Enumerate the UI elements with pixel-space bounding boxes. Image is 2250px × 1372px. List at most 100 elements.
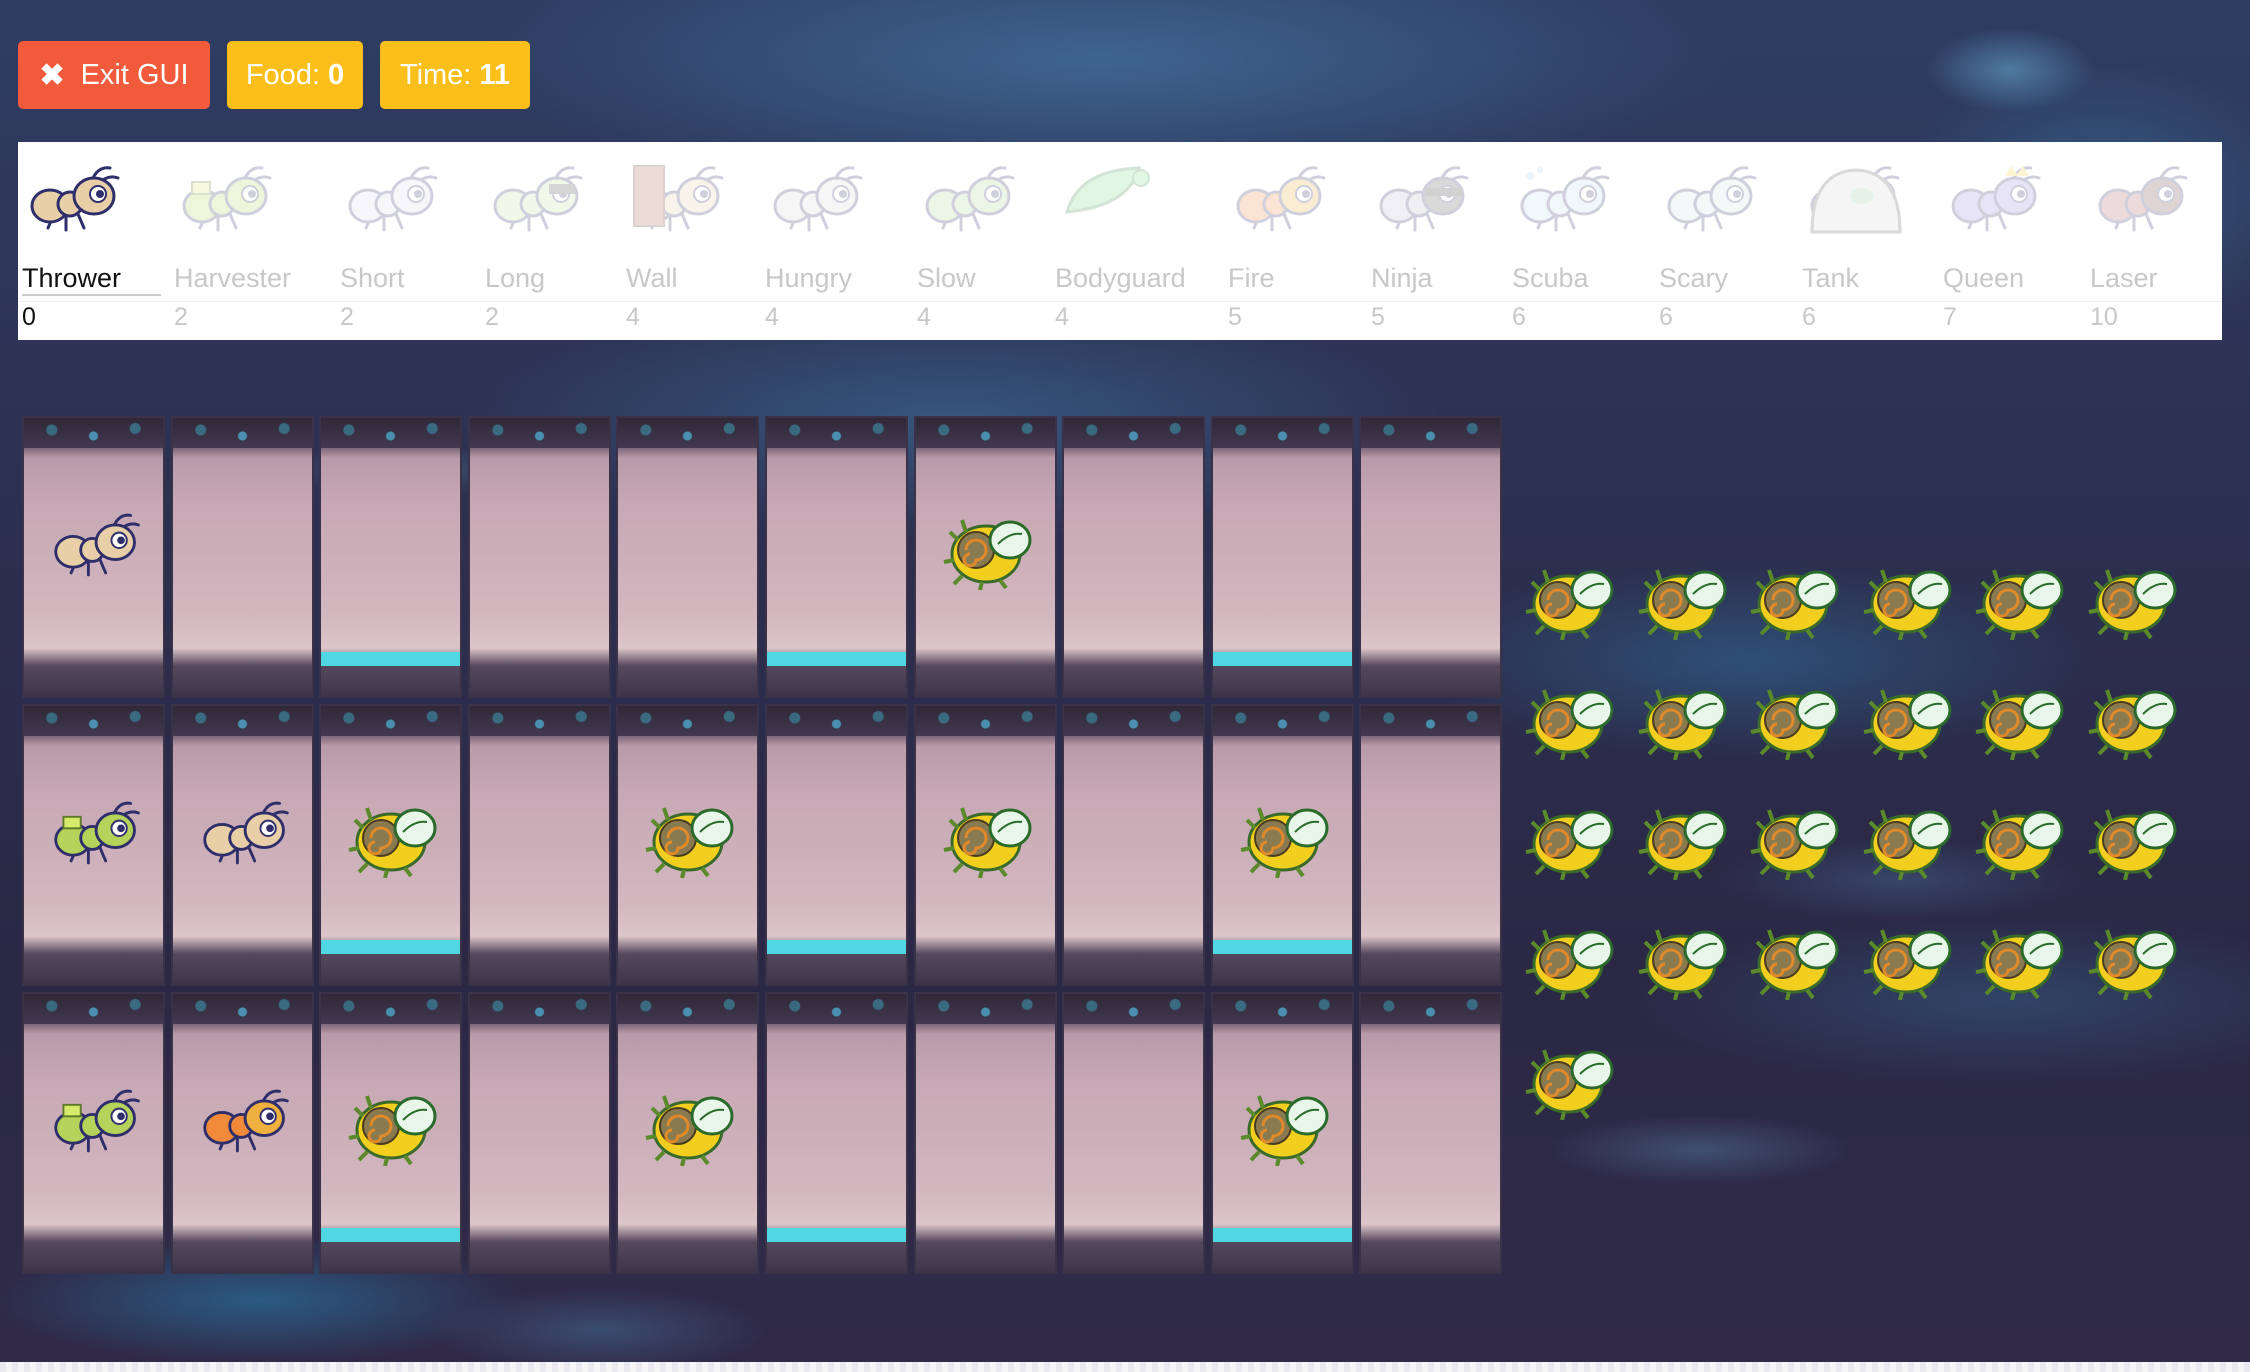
tile-ceiling <box>1064 418 1204 448</box>
tile-ceiling <box>1064 994 1204 1024</box>
hive-bee-icon <box>2087 560 2179 641</box>
tile-ceiling <box>767 706 906 736</box>
time-label: Time: <box>399 58 472 91</box>
bodyguard-ant-icon <box>1059 162 1159 242</box>
water-tile-r1-c5[interactable] <box>765 704 908 986</box>
time-value: 11 <box>479 58 511 91</box>
tunnel-tile-r2-c6[interactable] <box>913 992 1057 1274</box>
tunnel-tile-r2-c4[interactable] <box>616 992 760 1274</box>
tile-ceiling <box>24 706 163 736</box>
tile-ceiling <box>469 706 609 736</box>
ant-option-cost: 7 <box>1943 303 1957 331</box>
ant-option-cost: 5 <box>1228 303 1242 331</box>
tunnel-tile-r0-c9[interactable] <box>1359 416 1503 698</box>
scary-thrower-ant-icon <box>1663 162 1763 242</box>
ant-option-scuba[interactable]: Scuba 6 <box>1508 142 1655 340</box>
ant-option-cost: 2 <box>174 303 188 331</box>
tunnel-tile-r0-c6[interactable] <box>913 416 1057 698</box>
ant-option-cost: 2 <box>340 303 354 331</box>
water-tile-r1-c2[interactable] <box>319 704 463 986</box>
water-pool <box>767 1228 906 1242</box>
ant-option-cost: 10 <box>2090 303 2118 331</box>
tile-ceiling <box>1212 706 1352 736</box>
tunnel-tile-r1-c6[interactable] <box>913 704 1057 986</box>
water-tile-r1-c8[interactable] <box>1210 704 1354 986</box>
hive-bee-icon <box>2087 800 2179 881</box>
water-tile-r0-c8[interactable] <box>1210 416 1354 698</box>
tunnel-tile-r1-c9[interactable] <box>1359 704 1503 986</box>
ant-option-name: Short <box>340 263 405 293</box>
tunnel-tile-r1-c4[interactable] <box>616 704 760 986</box>
tunnel-tile-r0-c4[interactable] <box>616 416 760 698</box>
ant-option-scary[interactable]: Scary 6 <box>1655 142 1798 340</box>
water-tile-r2-c8[interactable] <box>1210 992 1354 1274</box>
tunnel-tile-r0-c7[interactable] <box>1062 416 1206 698</box>
water-pool <box>767 940 906 954</box>
exit-gui-button[interactable]: ✖ Exit GUI <box>18 41 210 109</box>
ant-option-queen[interactable]: Queen 7 <box>1939 142 2086 340</box>
ant-option-thrower[interactable]: Thrower 0 <box>18 142 170 340</box>
tile-ceiling <box>321 994 461 1024</box>
ant-option-slow[interactable]: Slow 4 <box>913 142 1051 340</box>
ant-option-laser[interactable]: Laser 10 <box>2086 142 2222 340</box>
bee-icon <box>644 798 736 879</box>
exit-gui-label: Exit GUI <box>80 58 189 91</box>
ant-option-wall[interactable]: Wall 4 <box>622 142 761 340</box>
ant-option-ninja[interactable]: Ninja 5 <box>1367 142 1508 340</box>
water-pool <box>1212 940 1352 954</box>
hive-bee-icon <box>2087 680 2179 761</box>
hive-bee-icon <box>1749 920 1841 1001</box>
ant-option-tank[interactable]: Tank 6 <box>1798 142 1939 340</box>
ant-option-name: Fire <box>1228 263 1275 293</box>
water-pool <box>321 652 461 666</box>
tunnel-tile-r1-c7[interactable] <box>1062 704 1206 986</box>
tile-ceiling <box>172 994 312 1024</box>
water-tile-r0-c5[interactable] <box>765 416 908 698</box>
ant-option-cost: 2 <box>485 303 499 331</box>
tile-ceiling <box>469 994 609 1024</box>
tile-ceiling <box>915 418 1055 448</box>
tile-ceiling <box>1361 706 1501 736</box>
ant-option-name: Bodyguard <box>1055 263 1186 293</box>
ant-option-hungry[interactable]: Hungry 4 <box>761 142 913 340</box>
tunnel-tile-r1-c1[interactable] <box>170 704 314 986</box>
water-tile-r0-c2[interactable] <box>319 416 463 698</box>
tunnel-tile-r0-c3[interactable] <box>467 416 611 698</box>
wall-ant-icon <box>630 162 730 242</box>
tile-ceiling <box>24 994 163 1024</box>
slow-thrower-ant-icon <box>921 162 1021 242</box>
ant-option-harvester[interactable]: Harvester 2 <box>170 142 336 340</box>
tunnel-tile-r0-c0[interactable] <box>22 416 165 698</box>
tile-ceiling <box>1064 706 1204 736</box>
tunnel-tile-r2-c9[interactable] <box>1359 992 1503 1274</box>
hive-bee-icon <box>1637 800 1729 881</box>
water-tile-r2-c5[interactable] <box>765 992 908 1274</box>
ant-option-bodyguard[interactable]: Bodyguard 4 <box>1051 142 1224 340</box>
water-pool <box>767 652 906 666</box>
fire-ant-icon <box>199 1082 295 1166</box>
fire-ant-icon <box>1232 162 1332 242</box>
tunnel-tile-r0-c1[interactable] <box>170 416 314 698</box>
queen-ant-icon <box>1947 162 2047 242</box>
ant-option-short[interactable]: Short 2 <box>336 142 481 340</box>
food-counter: Food: 0 <box>227 41 363 109</box>
tunnel-tile-r1-c0[interactable] <box>22 704 165 986</box>
tile-ceiling <box>915 994 1055 1024</box>
harvester-ant-icon <box>50 1082 146 1166</box>
hive-bee-icon <box>1862 560 1954 641</box>
bee-icon <box>942 798 1034 879</box>
ant-option-fire[interactable]: Fire 5 <box>1224 142 1367 340</box>
tunnel-tile-r2-c1[interactable] <box>170 992 314 1274</box>
tunnel-tile-r1-c3[interactable] <box>467 704 611 986</box>
tunnel-tile-r2-c3[interactable] <box>467 992 611 1274</box>
harvester-ant-icon <box>178 162 278 242</box>
tunnel-tile-r2-c0[interactable] <box>22 992 165 1274</box>
ant-option-name: Harvester <box>174 263 292 293</box>
tunnel-tile-r2-c7[interactable] <box>1062 992 1206 1274</box>
ant-option-name: Queen <box>1943 263 2025 293</box>
hive-bee-icon <box>1524 1040 1616 1121</box>
bee-icon <box>644 1086 736 1167</box>
bee-icon <box>347 798 439 879</box>
water-tile-r2-c2[interactable] <box>319 992 463 1274</box>
ant-option-long[interactable]: Long 2 <box>481 142 622 340</box>
